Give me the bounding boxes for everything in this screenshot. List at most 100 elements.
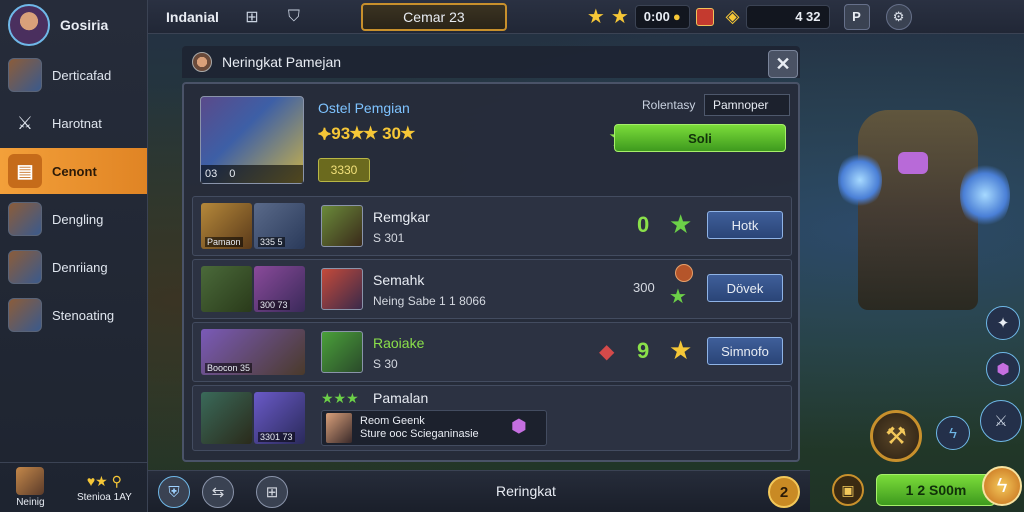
list-item[interactable]: 300 73 Semahk Neing Sabe 1 1 8066 300 ★ … (192, 259, 792, 319)
hero-portrait-icon (326, 413, 352, 443)
coin-icon: ● (672, 9, 681, 24)
footer-left-label: Neinig (16, 497, 45, 508)
tab-label: Cemar 23 (403, 8, 465, 25)
level-value: 2 (779, 483, 789, 501)
attack-skill-button[interactable]: ⚒ (870, 410, 922, 462)
footer-profile[interactable]: Neinig (16, 467, 45, 508)
sidebar-item-harotnat[interactable]: ⚔ Harotnat (0, 100, 147, 146)
swap-icon[interactable]: ⇆ (202, 476, 234, 508)
profile[interactable]: Gosiria (0, 0, 147, 50)
avatar[interactable] (8, 4, 50, 46)
team-portraits: Boocon 35 (201, 329, 305, 375)
opponent-name: Semahk (373, 272, 425, 288)
chest-icon[interactable]: ▣ (832, 474, 864, 506)
power-icon[interactable]: ϟ (982, 466, 1022, 506)
magic-glow (960, 160, 1010, 230)
shield-icon[interactable]: ⛉ (283, 6, 305, 28)
footer-right-label: Stenioa 1AY (76, 491, 132, 503)
hero-portrait-icon: 335 5 (254, 203, 305, 249)
list-item[interactable]: Pamaon 335 5 Remgkar S 301 0 ★ Hotk (192, 196, 792, 256)
gem-currency: ◈ 4 32 P ⚙ (726, 3, 912, 30)
opponent-portrait (321, 268, 363, 310)
hero-portrait-icon (8, 298, 42, 332)
play-button[interactable]: 1 2 S00m (876, 474, 996, 506)
sidebar-item-denriiang[interactable]: Denriiang (0, 244, 147, 290)
star-icon[interactable]: ★ (611, 4, 629, 29)
stars: ★★★ (321, 390, 359, 406)
sidebar-item-label: Derticafad (52, 67, 112, 83)
star-icon[interactable]: ★ (587, 4, 605, 29)
top-bar: Indanial ⊞ ⛉ Cemar 23 ★ ★ 0:00 ● ◈ 4 32 … (148, 0, 1024, 34)
gold-currency: ★ ★ 0:00 ● (587, 4, 714, 29)
heart-star-icon: ♥★ ⚲ (86, 472, 122, 489)
team-portraits: Pamaon 335 5 (201, 203, 305, 249)
soli-button[interactable]: Soli (614, 124, 786, 152)
opponent-name: Remgkar (373, 209, 430, 225)
close-icon: ✕ (775, 53, 791, 74)
opponent-portrait (321, 205, 363, 247)
info-line-2: Sture ooc Scieganinasie (360, 428, 479, 440)
sidebar-item-cenont[interactable]: ▤ Cenont (0, 148, 147, 194)
row-action-button[interactable]: Simnofo (707, 337, 783, 365)
play-label: 1 2 S00m (905, 482, 967, 498)
hero-card[interactable]: 03 0 (200, 96, 304, 184)
hero-caption: 03 0 (201, 165, 303, 183)
hero-portrait-icon (201, 266, 252, 312)
crystal-icon[interactable]: ◈ (726, 6, 740, 27)
sidebar-item-label: Harotnat (52, 115, 102, 131)
gem-icon[interactable] (695, 7, 714, 26)
row-action-label: Simnofo (721, 343, 769, 359)
shield-icon[interactable]: ⛨ (158, 476, 190, 508)
panel-header: Neringkat Pamejan (182, 46, 800, 78)
row-action-button[interactable]: Dövek (707, 274, 783, 302)
hero-portrait-icon (8, 250, 42, 284)
gem-amount: 4 32 (795, 9, 821, 24)
sidebar-item-stenoating[interactable]: Stenoating (0, 292, 147, 338)
filter-value: Pamnoper (713, 98, 769, 112)
opponent-sub: S 30 (373, 357, 398, 371)
bottom-bar: ⛨ ⇆ ⊞ Reringkat 2 (148, 470, 810, 512)
tab-cemar[interactable]: Cemar 23 (360, 2, 507, 31)
sword-icon[interactable]: ⚔ (980, 400, 1022, 442)
hero-caption-left: 03 (205, 168, 218, 180)
opponent-sub: S 301 (373, 231, 405, 245)
info-text: Reom Geenk Sture ooc Scieganinasie (360, 415, 479, 441)
left-sidebar: Gosiria Derticafad ⚔ Harotnat ▤ Cenont D… (0, 0, 148, 512)
grid-icon[interactable]: ⊞ (256, 476, 288, 508)
team-label: 3301 73 (258, 432, 295, 442)
gear-icon[interactable]: ⚙ (885, 3, 912, 30)
star-icon: ★ (669, 286, 687, 308)
hero-caption-right: 0 (229, 168, 236, 180)
pause-button[interactable]: P (843, 3, 870, 30)
pause-label: P (852, 9, 861, 24)
hero-portrait-icon (8, 58, 42, 92)
sword-icon: ⚔ (16, 112, 34, 133)
amethyst-icon: ⬢ (511, 416, 527, 436)
hero-visor (898, 152, 928, 174)
close-button[interactable]: ✕ (768, 50, 798, 78)
team-label: 300 73 (258, 300, 290, 310)
gem-value: 4 32 (745, 4, 830, 29)
profile-name: Gosiria (60, 17, 109, 33)
score: 9 (637, 338, 650, 363)
row-action-button[interactable]: Hotk (707, 211, 783, 239)
opponent-portrait (321, 331, 363, 373)
footer-status[interactable]: ♥★ ⚲ Stenioa 1AY (77, 473, 132, 503)
soli-label: Soli (688, 130, 712, 146)
skill-icon[interactable]: ✦ (986, 306, 1020, 340)
row-action-label: Hotk (731, 217, 759, 233)
gem-icon[interactable]: ⬢ (986, 352, 1020, 386)
sidebar-item-derticafad[interactable]: Derticafad (0, 52, 147, 98)
bolt-icon[interactable]: ϟ (936, 416, 970, 450)
hero-portrait-icon (201, 392, 252, 444)
star-icon: ★ (669, 209, 693, 239)
sidebar-footer: Neinig ♥★ ⚲ Stenioa 1AY (0, 462, 148, 512)
level-badge[interactable]: 2 (768, 476, 800, 508)
magic-glow (838, 150, 882, 210)
grid-icon[interactable]: ⊞ (241, 6, 263, 28)
list-item[interactable]: 3301 73 ★★★ Pamalan Reom Geenk Sture ooc… (192, 385, 792, 451)
list-item[interactable]: Boocon 35 Raoiake S 30 ◆ 9 ★ Simnofo (192, 322, 792, 382)
filter-select[interactable]: Pamnoper (704, 94, 790, 116)
sidebar-item-dengling[interactable]: Dengling (0, 196, 147, 242)
hero-badge: 3330 (318, 158, 370, 182)
